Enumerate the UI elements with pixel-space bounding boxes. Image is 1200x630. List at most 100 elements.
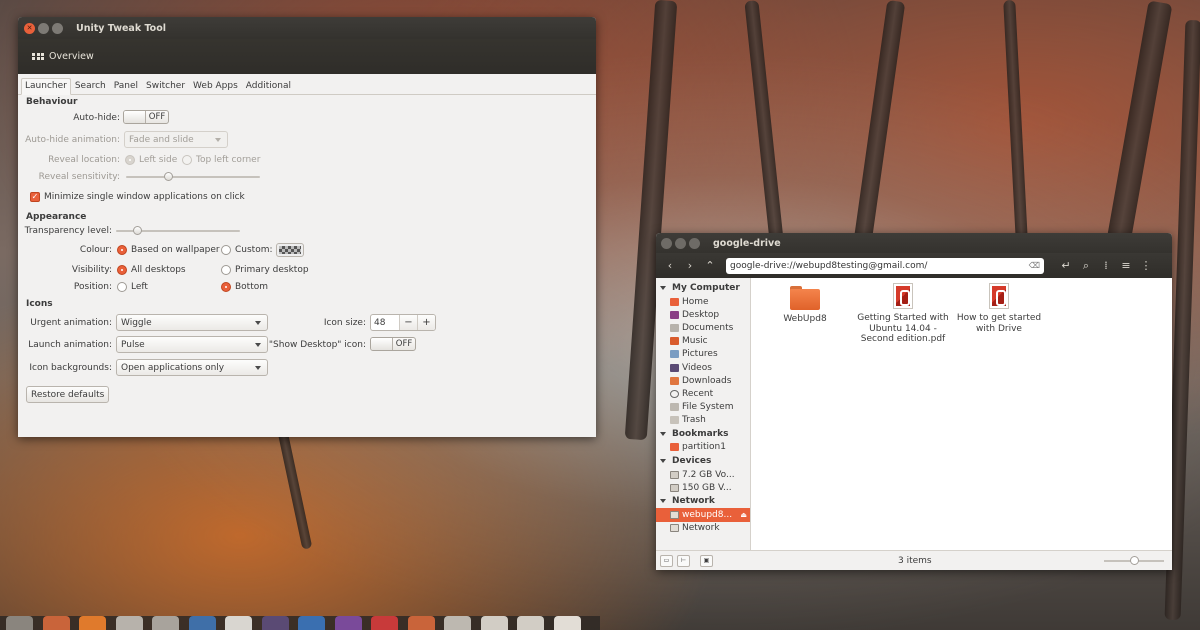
visibility-label: Visibility:: [71, 265, 112, 275]
eject-icon[interactable]: ⏏: [740, 511, 747, 519]
sidebar-item-partition1[interactable]: partition1: [656, 441, 750, 454]
files-icon[interactable]: [42, 616, 70, 630]
file-item[interactable]: Getting Started with Ubuntu 14.04 - Seco…: [857, 283, 949, 345]
maximize-icon[interactable]: [689, 237, 700, 249]
menu-icon[interactable]: ⋮: [1136, 259, 1156, 272]
sidebar-item-file-system[interactable]: File System: [656, 401, 750, 414]
urgent-animation-combo[interactable]: Wiggle: [116, 314, 268, 331]
tab-launcher[interactable]: Launcher: [21, 78, 71, 95]
tab-switcher[interactable]: Switcher: [142, 78, 189, 94]
bookmarks-heading[interactable]: Bookmarks: [656, 427, 750, 441]
colour-label: Colour:: [79, 245, 112, 255]
grid-view-icon[interactable]: ⁞: [1096, 259, 1116, 272]
sidebar-item-pictures[interactable]: Pictures: [656, 348, 750, 361]
tree-toggle-icon[interactable]: ⊢: [677, 554, 690, 567]
maximize-icon[interactable]: [52, 22, 63, 34]
list-view-icon[interactable]: ≡: [1116, 259, 1136, 272]
places-toggle-icon[interactable]: ▭: [660, 554, 673, 567]
minimize-icon[interactable]: [675, 237, 686, 249]
return-icon[interactable]: ↵: [1056, 259, 1076, 272]
sidebar-item-home[interactable]: Home: [656, 295, 750, 308]
status-bar: ▭ ⊢ ▣ 3 items: [656, 550, 1172, 570]
zoom-slider[interactable]: [1104, 555, 1164, 565]
back-icon[interactable]: ‹: [660, 259, 680, 272]
minimize-icon[interactable]: [38, 22, 49, 34]
clear-icon[interactable]: ⌫: [1029, 261, 1040, 270]
sidebar-item-videos[interactable]: Videos: [656, 361, 750, 374]
plus-icon[interactable]: +: [417, 315, 435, 330]
close-icon[interactable]: [661, 237, 672, 249]
app-icon-8[interactable]: [298, 616, 325, 630]
icon-backgrounds-combo[interactable]: Open applications only: [116, 359, 268, 376]
sidebar-item-trash[interactable]: Trash: [656, 414, 750, 427]
sidebar-item-desktop[interactable]: Desktop: [656, 308, 750, 321]
slider-handle[interactable]: [133, 226, 143, 235]
sidebar-item-network[interactable]: Network: [656, 522, 750, 535]
slider-handle[interactable]: [163, 172, 173, 181]
sidebar-item-music[interactable]: Music: [656, 335, 750, 348]
restore-defaults-button[interactable]: Restore defaults: [26, 386, 110, 403]
overview-button[interactable]: Overview: [26, 47, 100, 66]
icon-size-spinner[interactable]: 48 − +: [370, 314, 436, 331]
show-desktop-switch[interactable]: OFF: [370, 337, 416, 351]
transparency-slider[interactable]: [116, 226, 240, 235]
icon-size-value[interactable]: 48: [371, 315, 399, 330]
overview-label: Overview: [49, 51, 94, 62]
firefox-icon[interactable]: [79, 616, 106, 630]
drive-icon-1[interactable]: [480, 616, 508, 630]
sidebar-item-device-2[interactable]: 150 GB V...: [656, 481, 750, 494]
position-left-radio[interactable]: Left: [117, 282, 148, 292]
tab-web-apps[interactable]: Web Apps: [189, 78, 242, 94]
minus-icon[interactable]: −: [399, 315, 417, 330]
tab-additional[interactable]: Additional: [242, 78, 295, 94]
reveal-left-radio[interactable]: Left side: [125, 155, 177, 165]
tab-search[interactable]: Search: [71, 78, 110, 94]
pdf-icon: [989, 283, 1009, 309]
drive-icon-3[interactable]: [553, 616, 581, 630]
file-item[interactable]: How to get started with Drive: [953, 283, 1045, 334]
settings-icon[interactable]: [152, 616, 179, 630]
app-icon-10[interactable]: [371, 616, 398, 630]
app-icon-9[interactable]: [334, 616, 362, 630]
up-icon[interactable]: ⌃: [700, 259, 720, 272]
autohide-switch[interactable]: OFF: [123, 110, 169, 124]
slider-handle[interactable]: [1129, 555, 1139, 565]
autohide-animation-combo[interactable]: Fade and slide: [124, 131, 228, 148]
tab-panel[interactable]: Panel: [110, 78, 142, 94]
custom-colour-button[interactable]: [276, 243, 304, 257]
dash-icon[interactable]: [6, 616, 33, 630]
close-icon[interactable]: ✕: [24, 22, 35, 34]
text-editor-icon[interactable]: [225, 616, 252, 630]
my-computer-heading[interactable]: My Computer: [656, 281, 750, 295]
search-icon[interactable]: ⌕: [1076, 259, 1096, 273]
virtualbox-icon[interactable]: [188, 616, 216, 630]
location-bar[interactable]: google-drive://webupd8testing@gmail.com/…: [726, 257, 1044, 274]
visibility-all-radio[interactable]: All desktops: [117, 265, 186, 275]
location-text[interactable]: google-drive://webupd8testing@gmail.com/: [730, 261, 927, 271]
minimize-checkbox[interactable]: ✓ Minimize single window applications on…: [30, 192, 245, 202]
autohide-animation-label: Auto-hide animation:: [25, 135, 120, 145]
sidebar-item-device-1[interactable]: 7.2 GB Vo...: [656, 468, 750, 481]
terminal-toggle-icon[interactable]: ▣: [700, 554, 713, 567]
network-heading[interactable]: Network: [656, 494, 750, 508]
app-icon-12[interactable]: [444, 616, 471, 630]
app-icon-11[interactable]: [407, 616, 435, 630]
reveal-sensitivity-slider[interactable]: [126, 172, 260, 181]
software-center-icon[interactable]: [115, 616, 143, 630]
sidebar-item-downloads[interactable]: Downloads: [656, 374, 750, 387]
position-bottom-radio[interactable]: Bottom: [221, 282, 268, 292]
devices-heading[interactable]: Devices: [656, 454, 750, 468]
trash-icon: [670, 416, 679, 425]
sidebar-item-webupd8[interactable]: webupd8... ⏏: [656, 508, 750, 522]
sidebar-item-documents[interactable]: Documents: [656, 321, 750, 334]
file-item[interactable]: WebUpd8: [759, 286, 851, 325]
drive-icon-2[interactable]: [517, 616, 544, 630]
colour-wallpaper-radio[interactable]: Based on wallpaper: [117, 245, 220, 255]
forward-icon[interactable]: ›: [680, 259, 700, 272]
colour-custom-radio[interactable]: Custom:: [221, 245, 273, 255]
sidebar-item-recent[interactable]: Recent: [656, 387, 750, 400]
launch-animation-combo[interactable]: Pulse: [116, 336, 268, 353]
app-icon-7[interactable]: [261, 616, 289, 630]
visibility-primary-radio[interactable]: Primary desktop: [221, 265, 309, 275]
reveal-topleft-radio[interactable]: Top left corner: [182, 155, 260, 165]
